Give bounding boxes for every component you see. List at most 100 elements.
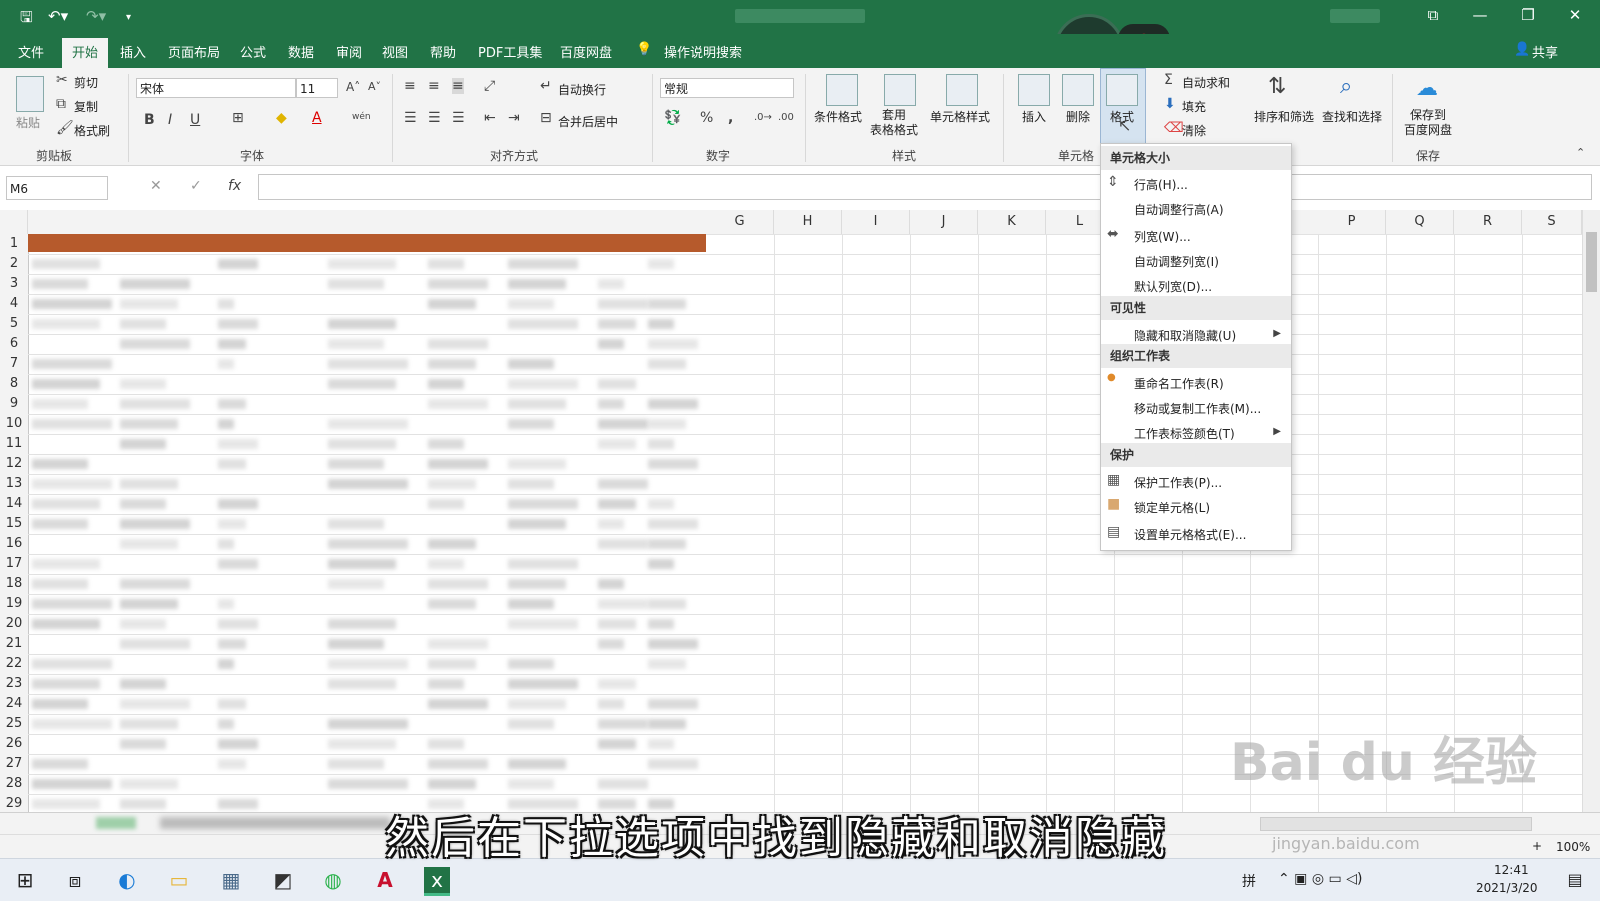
cut-button[interactable]: 剪切 bbox=[74, 74, 98, 91]
menu-autofit-column-width[interactable]: 自动调整列宽(I) bbox=[1134, 253, 1219, 270]
row-header[interactable]: 12 bbox=[0, 456, 28, 471]
format-painter-button[interactable]: 格式刷 bbox=[74, 122, 110, 139]
italic-button[interactable]: I bbox=[168, 112, 172, 128]
tab-help[interactable]: 帮助 bbox=[430, 42, 456, 61]
row-header[interactable]: 6 bbox=[0, 336, 28, 351]
restore-icon[interactable]: ❐ bbox=[1513, 6, 1543, 24]
redo-icon[interactable]: ↷▾ bbox=[86, 7, 106, 25]
align-center-icon[interactable]: ☰ bbox=[428, 110, 441, 126]
tab-pdf-tools[interactable]: PDF工具集 bbox=[478, 42, 542, 61]
column-header-p[interactable]: P bbox=[1318, 210, 1386, 234]
row-header[interactable]: 27 bbox=[0, 756, 28, 771]
notifications-icon[interactable]: ▤ bbox=[1562, 867, 1588, 893]
column-header-g[interactable]: G bbox=[706, 210, 774, 234]
vertical-scrollbar[interactable] bbox=[1582, 210, 1600, 812]
menu-move-copy-sheet[interactable]: 移动或复制工作表(M)... bbox=[1134, 400, 1261, 417]
menu-hide-unhide[interactable]: 隐藏和取消隐藏(U) bbox=[1134, 327, 1236, 344]
collapse-ribbon-icon[interactable]: ⌃ bbox=[1576, 146, 1585, 159]
row-header[interactable]: 10 bbox=[0, 416, 28, 431]
tab-view[interactable]: 视图 bbox=[382, 42, 408, 61]
row-header[interactable]: 9 bbox=[0, 396, 28, 411]
row-header[interactable]: 22 bbox=[0, 656, 28, 671]
excel-taskbar-icon[interactable]: x bbox=[424, 867, 450, 896]
formula-input[interactable] bbox=[258, 174, 1592, 200]
name-box[interactable]: M6 bbox=[6, 176, 108, 200]
paste-icon[interactable] bbox=[16, 76, 44, 112]
align-top-icon[interactable]: ≡ bbox=[404, 78, 416, 94]
clear-button[interactable]: 清除 bbox=[1182, 122, 1206, 139]
align-left-icon[interactable]: ☰ bbox=[404, 110, 417, 126]
row-header[interactable]: 21 bbox=[0, 636, 28, 651]
select-all-corner[interactable] bbox=[0, 210, 28, 234]
row-header[interactable]: 3 bbox=[0, 276, 28, 291]
acrobat-icon[interactable]: A bbox=[372, 867, 398, 893]
column-header-q[interactable]: Q bbox=[1386, 210, 1454, 234]
save-to-netdisk-button[interactable]: 保存到 百度网盘 bbox=[1404, 108, 1452, 138]
align-right-icon[interactable]: ☰ bbox=[452, 110, 465, 126]
zoom-in-icon[interactable]: + bbox=[1532, 839, 1542, 853]
format-as-table-button[interactable]: 套用 表格格式 bbox=[870, 108, 918, 138]
font-color-button[interactable]: A bbox=[312, 110, 322, 126]
fill-button[interactable]: 填充 bbox=[1182, 98, 1206, 115]
task-view-icon[interactable]: ⧈ bbox=[62, 867, 88, 893]
calculator-icon[interactable]: ▦ bbox=[218, 867, 244, 893]
decrease-indent-icon[interactable]: ⇤ bbox=[484, 110, 496, 126]
row-header[interactable]: 19 bbox=[0, 596, 28, 611]
file-explorer-icon[interactable]: ▭ bbox=[166, 867, 192, 893]
row-header[interactable]: 29 bbox=[0, 796, 28, 811]
tab-data[interactable]: 数据 bbox=[288, 42, 314, 61]
paste-button[interactable]: 粘贴 bbox=[16, 114, 40, 131]
row-header[interactable]: 17 bbox=[0, 556, 28, 571]
row-header[interactable]: 5 bbox=[0, 316, 28, 331]
row-header[interactable]: 25 bbox=[0, 716, 28, 731]
insert-cells-button[interactable]: 插入 bbox=[1022, 108, 1046, 125]
cell-styles-button[interactable]: 单元格样式 bbox=[930, 108, 990, 125]
scroll-thumb[interactable] bbox=[1586, 232, 1597, 292]
menu-default-width[interactable]: 默认列宽(D)... bbox=[1134, 278, 1212, 295]
menu-autofit-row-height[interactable]: 自动调整行高(A) bbox=[1134, 201, 1224, 218]
wechat-icon[interactable]: ◍ bbox=[320, 867, 346, 893]
undo-icon[interactable]: ↶▾ bbox=[48, 7, 68, 25]
decrease-decimal-icon[interactable]: .00 bbox=[778, 112, 794, 123]
increase-decimal-icon[interactable]: .0→ bbox=[754, 112, 772, 123]
tab-home[interactable]: 开始 bbox=[62, 38, 109, 69]
wrap-text-button[interactable]: 自动换行 bbox=[558, 81, 606, 98]
column-header-i[interactable]: I bbox=[842, 210, 910, 234]
underline-button[interactable]: U bbox=[190, 112, 200, 128]
column-header-r[interactable]: R bbox=[1454, 210, 1522, 234]
tab-page-layout[interactable]: 页面布局 bbox=[168, 42, 220, 61]
tell-me-search[interactable]: 操作说明搜索 bbox=[664, 42, 742, 61]
row-header[interactable]: 23 bbox=[0, 676, 28, 691]
cancel-icon[interactable]: ✕ bbox=[150, 178, 162, 194]
enter-icon[interactable]: ✓ bbox=[190, 178, 202, 194]
sort-filter-button[interactable]: 排序和筛选 bbox=[1254, 108, 1314, 125]
close-icon[interactable]: ✕ bbox=[1560, 6, 1590, 24]
tab-file[interactable]: 文件 bbox=[18, 42, 44, 61]
tab-insert[interactable]: 插入 bbox=[120, 42, 146, 61]
tab-review[interactable]: 审阅 bbox=[336, 42, 362, 61]
row-header[interactable]: 11 bbox=[0, 436, 28, 451]
conditional-format-button[interactable]: 条件格式 bbox=[814, 108, 862, 125]
align-middle-icon[interactable]: ≡ bbox=[428, 78, 440, 94]
row-header[interactable]: 13 bbox=[0, 476, 28, 491]
ribbon-display-icon[interactable]: ⧉ bbox=[1418, 6, 1448, 24]
sheet-tabs-blurred[interactable] bbox=[160, 817, 390, 829]
orientation-icon[interactable]: ⤢ bbox=[484, 78, 495, 94]
share-button[interactable]: 共享 bbox=[1532, 42, 1558, 61]
increase-font-icon[interactable]: A˄ bbox=[346, 80, 360, 94]
column-header-h[interactable]: H bbox=[774, 210, 842, 234]
align-bottom-icon[interactable]: ≡ bbox=[452, 78, 464, 94]
column-header-s[interactable]: S bbox=[1522, 210, 1582, 234]
menu-lock-cell[interactable]: 锁定单元格(L) bbox=[1134, 499, 1210, 516]
font-size-select[interactable]: 11 bbox=[296, 78, 338, 98]
edge-icon[interactable]: ◐ bbox=[114, 867, 140, 893]
save-icon[interactable]: 🖫 bbox=[20, 7, 33, 32]
decrease-font-icon[interactable]: A˅ bbox=[368, 80, 381, 93]
insert-function-button[interactable]: fx bbox=[228, 178, 241, 194]
row-header[interactable]: 26 bbox=[0, 736, 28, 751]
tab-formulas[interactable]: 公式 bbox=[240, 42, 266, 61]
clock-time[interactable]: 12:41 bbox=[1494, 863, 1529, 877]
ime-indicator[interactable]: 拼 bbox=[1242, 871, 1256, 891]
accounting-format-icon[interactable]: 💱 bbox=[664, 110, 681, 126]
column-header-j[interactable]: J bbox=[910, 210, 978, 234]
